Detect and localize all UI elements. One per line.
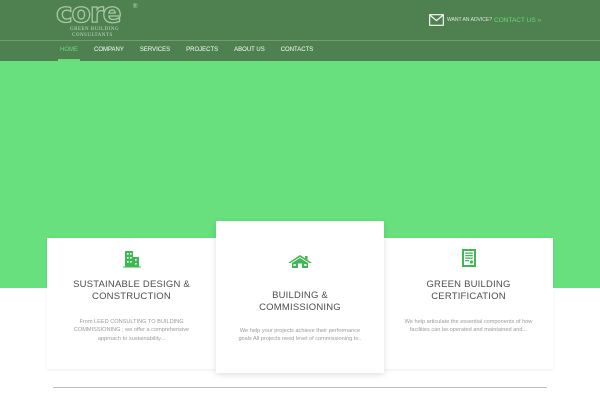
- service-title: GREEN BUILDING CERTIFICATION: [426, 279, 511, 302]
- section-divider: [53, 387, 547, 388]
- service-description: We help your projects achieve their perf…: [238, 328, 362, 343]
- nav-item-company[interactable]: COMPANY: [86, 41, 132, 61]
- building-icon: [122, 251, 141, 268]
- main-nav: HOME COMPANY SERVICES PROJECTS ABOUT US …: [52, 41, 321, 61]
- service-description: We help articulate the essential compone…: [404, 319, 533, 334]
- service-title: SUSTAINABLE DESIGN & CONSTRUCTION: [73, 279, 190, 302]
- site-header: core ® GREEN BUILDING CONSULTANTS WANT A…: [0, 0, 600, 61]
- house-icon: [288, 255, 312, 268]
- header-contact: WANT AN ADVICE? CONTACT US »: [429, 12, 541, 28]
- site-logo[interactable]: core ® GREEN BUILDING CONSULTANTS: [55, 0, 146, 38]
- service-card-sustainable-design[interactable]: SUSTAINABLE DESIGN & CONSTRUCTION From L…: [47, 238, 216, 369]
- service-card-commissioning[interactable]: BUILDING & COMMISSIONING We help your pr…: [216, 221, 384, 373]
- certificate-icon: [461, 249, 476, 267]
- nav-item-contacts[interactable]: CONTACTS: [273, 41, 322, 61]
- envelope-icon: [429, 14, 444, 26]
- nav-item-services[interactable]: SERVICES: [132, 41, 178, 61]
- service-card-certification[interactable]: GREEN BUILDING CERTIFICATION We help art…: [384, 238, 553, 369]
- nav-item-about-us[interactable]: ABOUT US: [226, 41, 273, 61]
- service-title: BUILDING & COMMISSIONING: [259, 290, 341, 313]
- nav-item-projects[interactable]: PROJECTS: [178, 41, 226, 61]
- page: core ® GREEN BUILDING CONSULTANTS WANT A…: [0, 0, 600, 400]
- logo-registered-mark: ®: [133, 4, 138, 10]
- contact-question: WANT AN ADVICE?: [447, 17, 493, 23]
- service-description: From LEED CONSULTING TO BUILDING COMMISS…: [73, 319, 190, 342]
- contact-us-link[interactable]: CONTACT US »: [494, 17, 541, 24]
- logo-wordmark: core: [55, 0, 122, 30]
- nav-item-home[interactable]: HOME: [52, 41, 86, 61]
- logo-tagline-line2: CONSULTANTS: [72, 33, 113, 38]
- logo-tagline-line1: GREEN BUILDING: [70, 27, 120, 32]
